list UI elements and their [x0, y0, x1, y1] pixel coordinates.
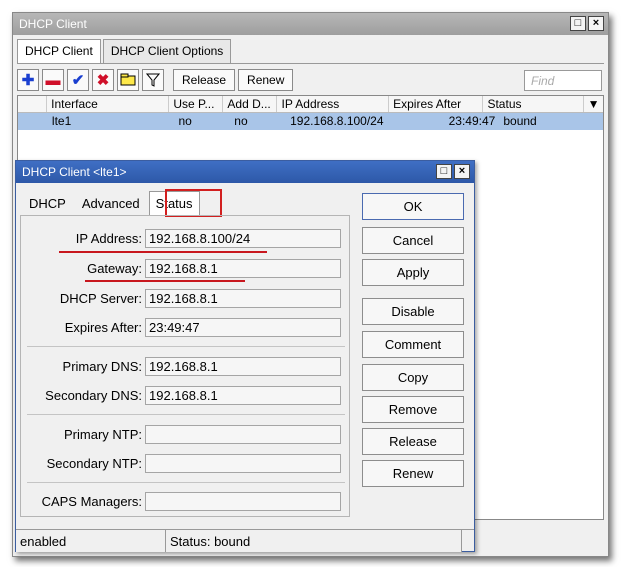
secondary-ntp-field — [145, 453, 341, 473]
tab-dhcp-client-options[interactable]: DHCP Client Options — [102, 39, 232, 63]
primary-dns-label: Primary DNS: — [62, 358, 142, 374]
dialog-maximize-icon[interactable]: □ — [436, 164, 452, 179]
ip-underline — [59, 251, 267, 253]
expires-after-row: Expires After: 23:49:47 — [21, 317, 351, 337]
cell-interface: lte1 — [51, 114, 72, 128]
comment-icon[interactable] — [117, 69, 139, 91]
col-header-use-peer[interactable]: Use P... — [169, 96, 224, 112]
remove-icon[interactable]: ▬ — [42, 69, 64, 91]
caps-managers-field — [145, 491, 341, 511]
primary-ntp-row: Primary NTP: — [21, 424, 351, 444]
col-header-expires-after[interactable]: Expires After — [389, 96, 484, 112]
primary-dns-row: Primary DNS: 192.168.8.1 — [21, 356, 351, 376]
release-button-dialog[interactable]: Release — [362, 428, 464, 455]
status-tab-highlight — [165, 189, 222, 217]
col-header-blank — [18, 96, 48, 112]
table-header: Interface Use P... Add D... IP Address E… — [18, 96, 603, 113]
dhcp-server-field: 192.168.8.1 — [145, 288, 341, 308]
table-row[interactable]: lte1 no no 192.168.8.100/24 23:49:47 bou… — [18, 113, 603, 130]
tab-dhcp-client[interactable]: DHCP Client — [17, 39, 101, 63]
ip-address-field: 192.168.8.100/24 — [145, 228, 341, 248]
col-header-ip-address[interactable]: IP Address — [277, 96, 390, 112]
expires-after-field: 23:49:47 — [145, 317, 341, 337]
filter-icon[interactable] — [142, 69, 164, 91]
release-button[interactable]: Release — [173, 69, 236, 91]
cell-use-peer: no — [178, 114, 192, 128]
renew-button-dialog[interactable]: Renew — [362, 460, 464, 487]
tab-advanced[interactable]: Advanced — [75, 191, 147, 215]
apply-button[interactable]: Apply — [362, 259, 464, 286]
gateway-underline — [85, 280, 245, 282]
dialog-titlebar: DHCP Client <lte1> □ × — [16, 161, 474, 183]
secondary-ntp-row: Secondary NTP: — [21, 453, 351, 473]
cell-expires: 23:49:47 — [448, 114, 496, 128]
caps-managers-row: CAPS Managers: — [21, 491, 351, 511]
maximize-icon[interactable]: □ — [570, 16, 586, 31]
ip-address-label: IP Address: — [75, 230, 142, 246]
status-bound: Status: bound — [166, 530, 462, 552]
primary-ntp-field — [145, 424, 341, 444]
copy-button[interactable]: Copy — [362, 364, 464, 391]
disable-button[interactable]: Disable — [362, 298, 464, 325]
cell-status: bound — [503, 114, 537, 128]
columns-dropdown-icon[interactable]: ▼ — [584, 96, 603, 112]
x-icon[interactable]: ✖ — [92, 69, 114, 91]
col-header-add-default[interactable]: Add D... — [223, 96, 278, 112]
dhcp-server-row: DHCP Server: 192.168.8.1 — [21, 288, 351, 308]
secondary-ntp-label: Secondary NTP: — [46, 455, 142, 471]
secondary-dns-label: Secondary DNS: — [45, 387, 142, 403]
col-header-status[interactable]: Status — [483, 96, 584, 112]
cell-add-default: no — [234, 114, 248, 128]
status-enabled: enabled — [16, 530, 166, 552]
renew-button[interactable]: Renew — [238, 69, 294, 91]
comment-icon-graphic — [120, 73, 136, 86]
gateway-field: 192.168.8.1 — [145, 258, 341, 278]
filter-icon-graphic — [146, 73, 160, 87]
ok-button[interactable]: OK — [362, 193, 464, 220]
remove-button[interactable]: Remove — [362, 396, 464, 423]
dhcp-client-dialog: DHCP Client <lte1> □ × DHCP Advanced Sta… — [15, 160, 475, 552]
toolbar: ✚ ▬ ✔ ✖ Release Renew — [17, 69, 294, 91]
add-icon[interactable]: ✚ — [17, 69, 39, 91]
tab-dhcp[interactable]: DHCP — [22, 191, 73, 215]
expires-after-label: Expires After: — [64, 319, 142, 335]
cancel-button[interactable]: Cancel — [362, 227, 464, 254]
comment-button[interactable]: Comment — [362, 331, 464, 358]
gateway-label: Gateway: — [87, 260, 142, 276]
secondary-dns-field: 192.168.8.1 — [145, 385, 341, 405]
ip-address-row: IP Address: 192.168.8.100/24 — [21, 228, 351, 248]
gateway-row: Gateway: 192.168.8.1 — [21, 258, 351, 278]
close-icon[interactable]: × — [588, 16, 604, 31]
cell-ip-address: 192.168.8.100/24 — [290, 114, 384, 128]
find-input[interactable]: Find — [524, 70, 602, 91]
window-title: DHCP Client — [19, 17, 87, 31]
dialog-status-bar: enabled Status: bound — [16, 529, 474, 552]
primary-dns-field: 192.168.8.1 — [145, 356, 341, 376]
dhcp-server-label: DHCP Server: — [59, 290, 142, 306]
check-icon[interactable]: ✔ — [67, 69, 89, 91]
primary-ntp-label: Primary NTP: — [64, 426, 142, 442]
secondary-dns-row: Secondary DNS: 192.168.8.1 — [21, 385, 351, 405]
caps-managers-label: CAPS Managers: — [41, 493, 142, 509]
status-panel: IP Address: 192.168.8.100/24 Gateway: 19… — [20, 215, 350, 517]
dialog-close-icon[interactable]: × — [454, 164, 470, 179]
dialog-title: DHCP Client <lte1> — [22, 165, 127, 179]
col-header-interface[interactable]: Interface — [47, 96, 170, 112]
main-tabs: DHCP Client DHCP Client Options — [17, 39, 233, 63]
window-titlebar: DHCP Client □ × — [13, 13, 608, 35]
